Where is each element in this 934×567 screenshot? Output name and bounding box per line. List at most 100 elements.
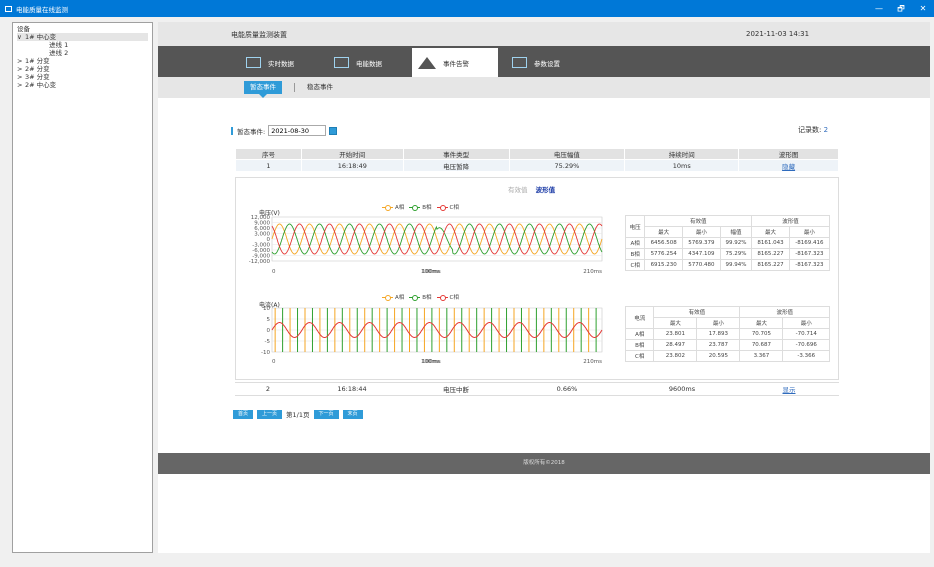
page-indicator: 第1/1页 [286,411,310,419]
main-nav: 实时数据 电能数据 事件告警 参数设置 [158,46,930,77]
tree-item[interactable]: 进线 1 [17,41,148,49]
tab-param-settings[interactable]: 参数设置 [506,48,586,77]
record-count: 记录数: 2 [798,126,829,134]
tree-item-label: 1# 中心变 [25,33,57,41]
y-tick-label: 10 [263,306,270,312]
header-datetime: 2021-11-03 14:31 [746,30,810,38]
event-table-continued: 2 16:18:44 电压中断 0.66% 9600ms 显示 [235,382,839,396]
first-page-button[interactable]: 首页 [233,409,254,419]
prev-page-button[interactable]: 上一页 [257,409,283,419]
tree-item-label: 进线 2 [49,49,69,57]
table-row: 2 16:18:44 电压中断 0.66% 9600ms 显示 [235,382,839,396]
tab-energy-data[interactable]: 电能数据 [328,48,400,77]
section-marker [231,126,233,135]
tab-transient-events[interactable]: 暂态事件 [244,81,282,98]
record-count-value: 2 [823,126,829,134]
chevron-icon[interactable]: > [17,73,25,81]
tree-item[interactable]: 进线 2 [17,49,148,57]
tree-item[interactable]: ∨ 1# 中心变 [17,33,148,41]
legend-phase-a[interactable]: A相 [382,293,404,301]
legend-phase-c[interactable]: C相 [436,293,459,301]
window-titlebar: 电能质量在线监测 — 🗗 ✕ [0,0,934,17]
column-header: 事件类型 [402,148,510,160]
waveform-toggle[interactable]: 波形值 [536,186,556,194]
last-page-button[interactable]: 末页 [342,409,363,419]
realtime-monitor-icon [246,57,261,68]
table-row: A相 6456.508 5769.379 99.92% 8161.043 -8169.41… [624,237,831,249]
date-input[interactable] [268,125,327,136]
warning-icon [418,56,436,69]
main-content: 电能质量监测装置 2021-11-03 14:31 实时数据 电能数据 事件告警… [158,22,930,553]
chevron-icon[interactable]: > [17,65,25,73]
current-waveform-chart: 1050-5-100 100ms 210ms100ms [261,306,603,365]
table-row: A相 23.801 17.893 70.705 -70.714 [624,328,830,340]
rms-toggle[interactable]: 有效值 [508,186,528,194]
voltage-stats-table: 电压 有效值 波形值 最大 最小 幅值 最大 最小 A相 6456.508 5769.379 99… [624,215,831,271]
waveform-panel: 有效值 波形值 A相 B相 C相 电压(V) 12,000 9,000 6,000 3… [235,177,839,380]
y-tick-label: -5 [265,339,271,345]
tree-item-label: 3# 分变 [25,73,50,81]
chevron-icon[interactable]: > [17,57,25,65]
x-tick-label: 0 [272,269,276,275]
tree-item[interactable]: >1# 分变 [17,57,148,65]
tab-event-alarm[interactable]: 事件告警 [412,48,498,77]
column-header: 持续时间 [624,148,740,160]
legend-phase-c[interactable]: C相 [436,203,459,211]
current-stats-table: 电流 有效值 波形值 最大 最小 最大 最小 A相 23.801 17.893 70.705 -7… [624,306,830,362]
show-waveform-link[interactable]: 显示 [783,386,796,394]
y-tick-label: 5 [267,317,271,323]
table-header-row: 序号 开始时间 事件类型 电压幅值 持续时间 波形图 [235,148,839,160]
column-header: 电压幅值 [508,148,626,160]
settings-monitor-icon [512,57,527,68]
event-filter: 暂态事件: [231,125,338,136]
close-button[interactable]: ✕ [912,0,934,17]
hide-waveform-link[interactable]: 隐藏 [782,163,795,171]
footer: 版权所有©2018 [158,453,930,474]
chevron-icon[interactable]: > [17,81,25,89]
subnav-divider [294,83,295,92]
x-tick-label: 0 [272,359,276,365]
window-title: 电能质量在线监测 [16,5,68,14]
value-type-switch: 有效值 波形值 [508,184,555,194]
current-legend: A相 B相 C相 [382,293,464,301]
column-header: 序号 [235,148,302,160]
x-tick-label: 210ms [583,359,602,365]
table-row: B相 28.497 23.787 70.687 -70.696 [624,339,830,351]
overlay-tick-label: 100ms [422,269,441,275]
chevron-icon[interactable]: ∨ [17,33,25,41]
tree-item-label: 1# 分变 [25,57,50,65]
app-title: 电能质量监测装置 [231,31,287,39]
sub-nav: 暂态事件 稳态事件 [158,77,930,98]
y-tick-label: 0 [267,328,271,334]
legend-phase-a[interactable]: A相 [382,203,404,211]
tree-item[interactable]: >2# 分变 [17,65,148,73]
table-row: C相 23.802 20.595 3.367 -3.366 [624,350,830,362]
maximize-button[interactable]: 🗗 [890,0,912,17]
column-header: 开始时间 [300,148,404,160]
y-tick-label: -12,000 [249,259,271,265]
next-page-button[interactable]: 下一页 [313,409,339,419]
tree-item-label: 进线 1 [49,41,69,49]
event-table: 序号 开始时间 事件类型 电压幅值 持续时间 波形图 1 16:18:49 电压… [235,148,839,172]
tree-item-label: 2# 中心变 [25,81,57,89]
tab-steady-events[interactable]: 稳态事件 [301,81,339,94]
x-tick-label: 210ms [583,269,602,275]
tree-item-label: 2# 分变 [25,65,50,73]
filter-label: 暂态事件: [237,127,266,136]
legend-phase-b[interactable]: B相 [409,293,432,301]
monitor-icon [334,57,349,68]
device-tree: 设备 ∨ 1# 中心变 进线 1 进线 2 >1# 分变 >2# 分变 >3# 分变 >2# … [12,22,153,553]
table-row: B相 5776.254 4347.109 75.29% 8165.227 -8167.32… [624,248,831,260]
pagination: 首页 上一页 第1/1页 下一页 末页 [233,409,367,419]
minimize-button[interactable]: — [868,0,890,17]
table-row: C相 6915.230 5770.480 99.94% 8165.227 -8167.32… [624,259,831,271]
tree-item[interactable]: >3# 分变 [17,73,148,81]
app-header: 电能质量监测装置 2021-11-03 14:31 [158,22,930,46]
tab-realtime-data[interactable]: 实时数据 [240,48,312,77]
calendar-icon[interactable] [329,126,338,135]
tree-item[interactable]: >2# 中心变 [17,81,148,89]
app-icon [5,5,12,12]
table-row: 1 16:18:49 电压暂降 75.29% 10ms 隐藏 [235,159,839,172]
y-tick-label: -10 [261,350,270,356]
legend-phase-b[interactable]: B相 [409,203,432,211]
